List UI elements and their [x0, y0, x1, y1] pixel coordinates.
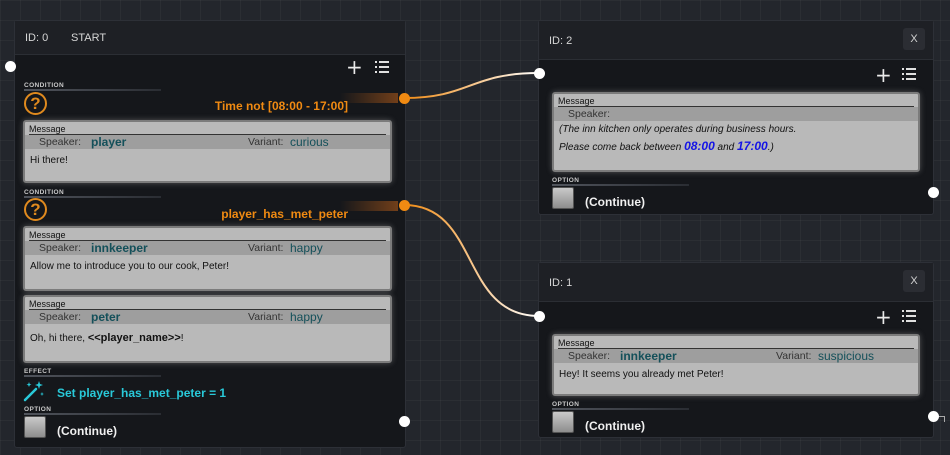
variant-value[interactable]: suspicious [818, 349, 874, 363]
option-checkbox[interactable] [552, 187, 574, 209]
output-port[interactable] [399, 416, 410, 427]
message-text[interactable]: Hi there! [30, 153, 386, 169]
list-icon[interactable] [902, 68, 916, 81]
input-port[interactable] [534, 68, 545, 79]
message-line: (The inn kitchen only operates during bu… [559, 124, 797, 135]
node-id: ID: 1 [549, 277, 573, 289]
input-port[interactable] [5, 61, 16, 72]
message-text[interactable]: Hey! It seems you already met Peter! [559, 367, 914, 383]
speaker-key: Speaker: [39, 311, 82, 323]
effect-text[interactable]: Set player_has_met_peter = 1 [57, 386, 226, 400]
option-label: OPTION [552, 177, 580, 184]
variant-value[interactable]: happy [290, 310, 323, 324]
message-label: Message [29, 230, 66, 240]
message-line: Please come back between 08:00 and 17:00… [559, 138, 914, 156]
node-header[interactable]: ID: 1 X [539, 263, 933, 302]
condition-label: CONDITION [24, 82, 65, 89]
message-label: Message [29, 124, 66, 134]
speaker-key: Speaker: [568, 108, 611, 120]
message-text-pre: Oh, hi there, [30, 333, 88, 344]
speaker-value[interactable]: peter [91, 310, 120, 324]
close-button[interactable]: X [903, 28, 925, 50]
variant-value[interactable]: happy [290, 241, 323, 255]
message-meta: Speaker: player Variant: curious [25, 135, 390, 149]
condition-text[interactable]: Time not [08:00 - 17:00] [215, 99, 348, 113]
speaker-key: Speaker: [568, 350, 611, 362]
message-text-pre: Please come back between [559, 142, 685, 153]
section-divider [24, 196, 161, 198]
connection-wire [403, 72, 540, 99]
node-title: START [71, 32, 107, 44]
message-card[interactable]: Message Speaker: innkeeper Variant: happ… [23, 226, 392, 291]
message-meta: Speaker: [554, 107, 918, 121]
speaker-value[interactable]: innkeeper [91, 241, 148, 255]
plus-icon[interactable]: + [346, 57, 363, 77]
option-text[interactable]: (Continue) [585, 419, 645, 433]
message-card[interactable]: Message Speaker: (The inn kitchen only o… [552, 92, 920, 172]
speaker-value[interactable]: player [91, 135, 126, 149]
close-button[interactable]: X [903, 270, 925, 292]
node-header[interactable]: ID: 2 X [539, 21, 933, 60]
list-icon[interactable] [902, 310, 916, 323]
section-divider [552, 408, 689, 410]
condition-label: CONDITION [24, 189, 65, 196]
resize-handle-icon[interactable] [939, 416, 945, 422]
section-divider [24, 413, 161, 415]
effect-label: EFFECT [24, 368, 52, 375]
message-card[interactable]: Message Speaker: player Variant: curious… [23, 120, 392, 183]
time-variable: 17:00 [737, 139, 768, 153]
speaker-key: Speaker: [39, 242, 82, 254]
output-port[interactable] [928, 187, 939, 198]
option-text[interactable]: (Continue) [57, 424, 117, 438]
message-meta: Speaker: innkeeper Variant: happy [25, 241, 390, 255]
output-port[interactable] [928, 411, 939, 422]
section-divider [552, 184, 689, 186]
message-text-mid: and [714, 142, 738, 153]
time-variable: 08:00 [684, 139, 715, 153]
message-label: Message [29, 299, 66, 309]
message-card[interactable]: Message Speaker: peter Variant: happy Oh… [23, 295, 392, 363]
option-text[interactable]: (Continue) [585, 195, 645, 209]
condition-arrow [340, 201, 398, 211]
node-id: ID: 0 [25, 32, 49, 44]
variant-key: Variant: [248, 242, 284, 254]
message-label: Message [558, 338, 595, 348]
plus-icon[interactable]: + [875, 65, 892, 85]
message-text[interactable]: (The inn kitchen only operates during bu… [559, 122, 914, 156]
question-icon[interactable]: ? [24, 198, 47, 221]
input-port[interactable] [534, 311, 545, 322]
condition-text[interactable]: player_has_met_peter [221, 207, 348, 221]
message-meta: Speaker: peter Variant: happy [25, 310, 390, 324]
plus-icon[interactable]: + [875, 307, 892, 327]
section-divider [24, 89, 161, 91]
message-label: Message [558, 96, 595, 106]
player-name-token: <<player_name>> [87, 332, 181, 344]
list-icon[interactable] [375, 61, 389, 74]
condition-arrow [340, 93, 398, 103]
output-port[interactable] [399, 200, 410, 211]
message-text[interactable]: Oh, hi there, <<player_name>>! [30, 330, 386, 347]
section-divider [24, 375, 161, 377]
option-checkbox[interactable] [552, 411, 574, 433]
magic-wand-icon[interactable] [22, 379, 46, 403]
message-meta: Speaker: innkeeper Variant: suspicious [554, 349, 918, 363]
message-text-post: .) [767, 142, 774, 153]
option-label: OPTION [552, 401, 580, 408]
output-port[interactable] [399, 93, 410, 104]
node-header[interactable]: ID: 0 START [15, 21, 405, 55]
option-checkbox[interactable] [24, 416, 46, 438]
node-id: ID: 2 [549, 35, 573, 47]
option-label: OPTION [24, 406, 52, 413]
question-icon[interactable]: ? [24, 92, 47, 115]
message-card[interactable]: Message Speaker: innkeeper Variant: susp… [552, 334, 920, 396]
variant-key: Variant: [248, 136, 284, 148]
speaker-value[interactable]: innkeeper [620, 349, 677, 363]
connection-wire [403, 204, 540, 317]
message-text-post: ! [180, 333, 184, 344]
speaker-key: Speaker: [39, 136, 82, 148]
message-text[interactable]: Allow me to introduce you to our cook, P… [30, 259, 386, 275]
variant-value[interactable]: curious [290, 135, 329, 149]
variant-key: Variant: [776, 350, 812, 362]
variant-key: Variant: [248, 311, 284, 323]
